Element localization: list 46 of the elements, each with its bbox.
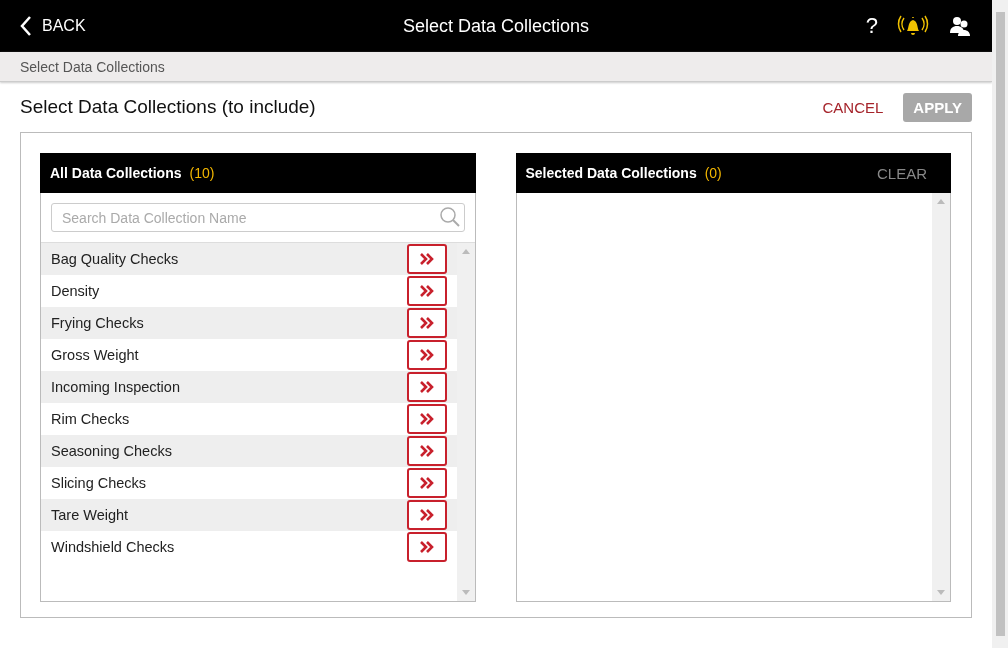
cancel-button[interactable]: CANCEL xyxy=(822,94,884,120)
collection-name: Bag Quality Checks xyxy=(51,251,180,267)
panel-title: All Data Collections xyxy=(50,165,182,181)
add-button[interactable] xyxy=(406,244,447,274)
search-field[interactable]: Search Data Collection Name xyxy=(51,203,465,232)
add-button[interactable] xyxy=(406,468,447,498)
page-scrollbar[interactable] xyxy=(992,0,1008,648)
double-chevron-icon xyxy=(419,349,434,361)
search-icon xyxy=(438,206,461,228)
double-chevron-icon xyxy=(419,541,434,553)
add-button[interactable] xyxy=(406,532,447,562)
double-chevron-icon xyxy=(419,413,434,425)
add-button[interactable] xyxy=(406,276,447,306)
collection-name: Incoming Inspection xyxy=(51,379,181,395)
add-button[interactable] xyxy=(406,404,447,434)
chevron-left-icon xyxy=(20,15,32,37)
breadcrumb-link[interactable]: Select Data Collections xyxy=(20,58,165,75)
help-button[interactable]: ? xyxy=(865,13,878,39)
window-title: Select Data Collections xyxy=(401,15,591,37)
add-button[interactable] xyxy=(406,308,447,338)
collection-name: Frying Checks xyxy=(51,315,145,331)
double-chevron-icon xyxy=(419,381,434,393)
double-chevron-icon xyxy=(419,445,434,457)
collection-name: Tare Weight xyxy=(51,507,130,523)
panel-title: Selected Data Collections xyxy=(525,165,697,181)
users-icon[interactable] xyxy=(948,15,972,37)
collection-name: Rim Checks xyxy=(51,411,131,427)
double-chevron-icon xyxy=(419,509,434,521)
collection-name: Seasoning Checks xyxy=(51,443,173,459)
collection-name: Gross Weight xyxy=(51,347,140,363)
add-button[interactable] xyxy=(406,436,447,466)
collection-name: Slicing Checks xyxy=(51,475,148,491)
double-chevron-icon xyxy=(419,285,434,297)
add-button[interactable] xyxy=(406,372,447,402)
collection-name: Windshield Checks xyxy=(51,539,176,555)
add-button[interactable] xyxy=(406,500,447,530)
page-heading: Select Data Collections (to include) xyxy=(20,96,317,118)
back-button[interactable]: BACK xyxy=(20,15,180,37)
add-button[interactable] xyxy=(406,340,447,370)
double-chevron-icon xyxy=(419,477,434,489)
collection-name: Density xyxy=(51,283,101,299)
count-label: (10) xyxy=(189,165,216,181)
ringing-bell-icon[interactable] xyxy=(896,14,930,38)
count-label: (0) xyxy=(704,165,723,181)
double-chevron-icon xyxy=(419,253,434,265)
double-chevron-icon xyxy=(419,317,434,329)
